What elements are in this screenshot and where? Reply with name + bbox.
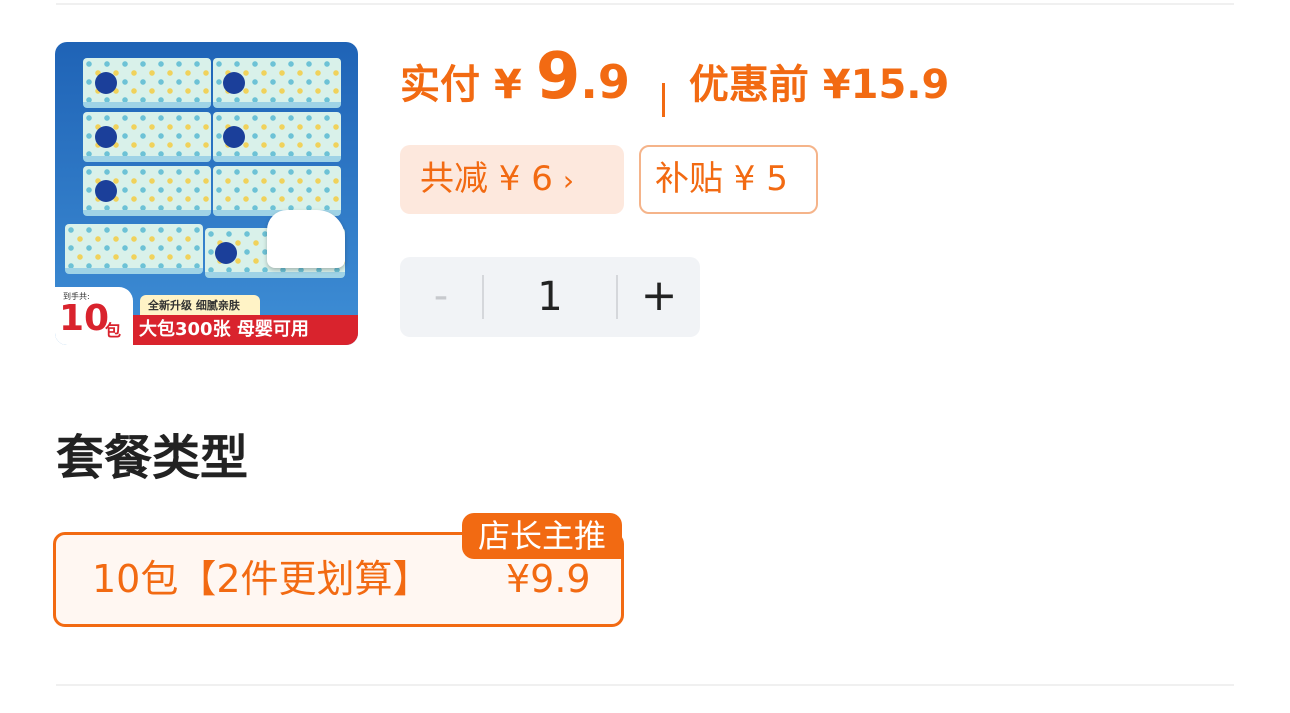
count-number: 10 xyxy=(59,298,110,339)
tissue-sheet-graphic xyxy=(267,210,345,268)
bottom-divider xyxy=(56,684,1234,686)
brand-logo-icon xyxy=(215,242,237,264)
count-unit: 包 xyxy=(105,321,122,340)
promo-bottom-text: 大包300张 母婴可用 xyxy=(133,315,358,345)
brand-logo-icon xyxy=(223,126,245,148)
recommended-badge: 店长主推 xyxy=(462,513,622,559)
promo-top-text: 全新升级 细腻亲肤 xyxy=(140,295,260,317)
subsidy-label: 补贴 ¥ 5 xyxy=(655,159,788,199)
paid-price-integer: 9 xyxy=(535,40,581,114)
original-price: 优惠前 ¥15.9 xyxy=(688,62,950,108)
promo-band: 全新升级 细腻亲肤 大包300张 母婴可用 到手共: 10 包 xyxy=(55,287,358,345)
decrease-quantity-button[interactable]: - xyxy=(400,257,482,337)
brand-logo-icon xyxy=(95,72,117,94)
product-image[interactable]: 全新升级 细腻亲肤 大包300张 母婴可用 到手共: 10 包 xyxy=(55,42,358,345)
quantity-stepper: - 1 + xyxy=(400,257,700,337)
tissue-pack-graphic xyxy=(213,166,341,216)
increase-quantity-button[interactable]: + xyxy=(618,257,700,337)
quantity-value[interactable]: 1 xyxy=(484,257,616,337)
currency-symbol: ¥ xyxy=(494,62,522,108)
package-type-title: 套餐类型 xyxy=(56,430,249,486)
top-divider xyxy=(56,3,1234,5)
price-line: 实付 ¥ 9 .9 优惠前 ¥15.9 xyxy=(400,40,949,140)
paid-price-decimal: .9 xyxy=(580,55,630,109)
price-separator xyxy=(661,83,665,117)
brand-logo-icon xyxy=(95,180,117,202)
total-discount-label: 共减 ¥ 6 xyxy=(420,159,553,199)
brand-logo-icon xyxy=(223,72,245,94)
tissue-pack-graphic xyxy=(65,224,203,274)
chevron-right-icon: › xyxy=(562,164,575,197)
paid-label: 实付 xyxy=(400,62,480,108)
brand-logo-icon xyxy=(95,126,117,148)
package-option-name: 10包【2件更划算】 xyxy=(92,557,431,601)
subsidy-tag: 补贴 ¥ 5 xyxy=(639,145,818,214)
order-panel: 全新升级 细腻亲肤 大包300张 母婴可用 到手共: 10 包 实付 ¥ 9 .… xyxy=(0,0,1290,713)
total-discount-button[interactable]: 共减 ¥ 6 › xyxy=(400,145,624,214)
count-badge: 到手共: 10 包 xyxy=(55,287,133,345)
